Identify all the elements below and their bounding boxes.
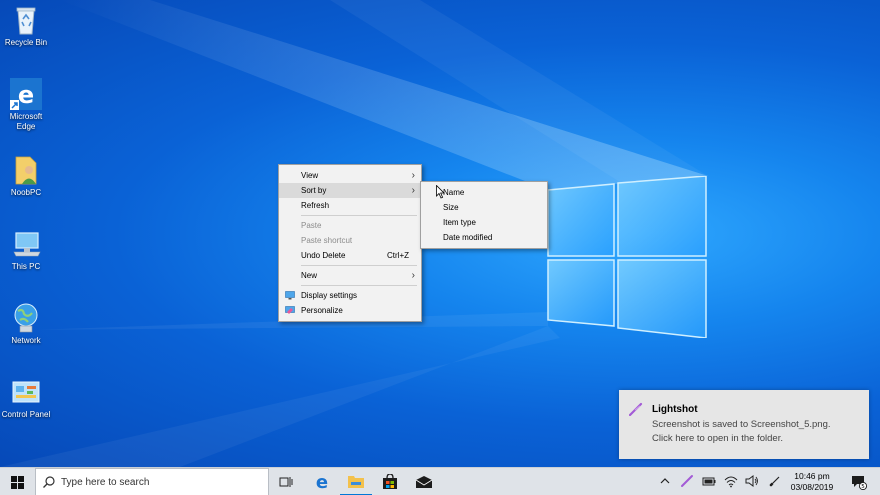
- menu-item-personalize[interactable]: Personalize: [279, 303, 421, 318]
- menu-separator: [301, 285, 417, 286]
- chevron-right-icon: ›: [411, 270, 415, 281]
- recycle-bin-icon-item[interactable]: Recycle Bin: [0, 4, 52, 48]
- taskbar-search-box[interactable]: Type here to search: [35, 468, 269, 495]
- menu-item-undo-delete-label: Undo Delete: [301, 251, 346, 260]
- chevron-right-icon: ›: [411, 185, 415, 196]
- menu-item-sort-by-label: Sort by: [301, 186, 327, 195]
- menu-item-paste[interactable]: Paste: [279, 218, 421, 233]
- menu-item-undo-delete[interactable]: Undo Delete Ctrl+Z: [279, 248, 421, 263]
- taskbar: Type here to search e 10:46 pm 03/08/201…: [0, 467, 880, 495]
- svg-text:e: e: [18, 81, 34, 109]
- microsoft-edge-icon-item[interactable]: e Microsoft Edge: [0, 78, 52, 132]
- sort-item-size-label: Size: [443, 203, 459, 212]
- task-view-button[interactable]: [272, 468, 300, 495]
- personalize-icon: [285, 306, 295, 314]
- sort-item-date-modified-label: Date modified: [443, 233, 493, 242]
- menu-item-refresh-label: Refresh: [301, 201, 330, 210]
- menu-separator: [301, 265, 417, 266]
- display-settings-icon: [285, 291, 295, 300]
- undo-shortcut-text: Ctrl+Z: [387, 251, 409, 260]
- clock-date: 03/08/2019: [790, 482, 834, 492]
- menu-item-paste-label: Paste: [301, 221, 322, 230]
- notification-icon: 5: [852, 476, 867, 490]
- sort-item-item-type-label: Item type: [443, 218, 476, 227]
- user-folder-icon-item[interactable]: NoobPC: [0, 154, 52, 198]
- sort-item-name-label: Name: [443, 188, 465, 197]
- computer-icon: [10, 228, 42, 260]
- sort-item-date-modified[interactable]: Date modified: [421, 230, 547, 245]
- microsoft-edge-label: Microsoft Edge: [9, 112, 43, 131]
- menu-item-display-settings[interactable]: Display settings: [279, 288, 421, 303]
- network-icon-item[interactable]: Network: [0, 302, 52, 346]
- volume-icon[interactable]: [745, 474, 759, 488]
- search-icon: [43, 476, 55, 488]
- menu-item-new-label: New: [301, 271, 318, 280]
- taskbar-file-explorer-button[interactable]: [340, 468, 372, 495]
- this-pc-label: This PC: [11, 262, 41, 271]
- lightshot-notification[interactable]: Lightshot Screenshot is saved to Screens…: [619, 390, 869, 459]
- svg-text:e: e: [316, 473, 328, 491]
- battery-icon[interactable]: [702, 474, 716, 488]
- menu-item-view-label: View: [301, 171, 319, 180]
- edge-icon: e: [10, 78, 42, 110]
- mail-icon: [416, 476, 432, 488]
- windows-wallpaper-logo: [547, 176, 707, 338]
- windows-start-icon: [11, 475, 24, 489]
- recycle-bin-label: Recycle Bin: [4, 38, 48, 47]
- lightshot-tray-icon[interactable]: [680, 474, 694, 488]
- file-explorer-icon: [348, 475, 364, 488]
- menu-item-paste-shortcut-label: Paste shortcut: [301, 236, 353, 245]
- clock-time: 10:46 pm: [794, 471, 830, 481]
- wifi-icon[interactable]: [724, 474, 738, 488]
- this-pc-icon-item[interactable]: This PC: [0, 228, 52, 272]
- sort-item-size[interactable]: Size: [421, 200, 547, 215]
- taskbar-clock[interactable]: 10:46 pm 03/08/2019: [787, 471, 837, 493]
- notification-message-line1: Screenshot is saved to Screenshot_5.png.: [652, 419, 831, 430]
- user-folder-label: NoobPC: [10, 188, 42, 197]
- control-panel-label: Control Panel: [1, 410, 51, 419]
- taskbar-store-button[interactable]: [374, 468, 406, 495]
- notification-message-line2: Click here to open in the folder.: [652, 433, 783, 444]
- chevron-up-icon[interactable]: [658, 474, 672, 488]
- recycle-bin-icon: [10, 4, 42, 36]
- menu-separator: [301, 215, 417, 216]
- menu-item-personalize-label: Personalize: [301, 306, 343, 315]
- notification-title: Lightshot: [652, 404, 698, 415]
- control-panel-icon: [10, 376, 42, 408]
- network-icon: [10, 302, 42, 334]
- menu-item-sort-by[interactable]: Sort by ›: [279, 183, 421, 198]
- menu-item-new[interactable]: New ›: [279, 268, 421, 283]
- menu-item-paste-shortcut[interactable]: Paste shortcut: [279, 233, 421, 248]
- taskbar-mail-button[interactable]: [408, 468, 440, 495]
- lightshot-feather-icon: [629, 402, 643, 416]
- start-button[interactable]: [0, 468, 35, 495]
- menu-item-view[interactable]: View ›: [279, 168, 421, 183]
- taskbar-edge-button[interactable]: e: [306, 468, 338, 495]
- store-bag-icon: [383, 474, 397, 489]
- network-tray-icon[interactable]: [768, 474, 782, 488]
- sort-item-item-type[interactable]: Item type: [421, 215, 547, 230]
- edge-icon: e: [316, 473, 328, 491]
- task-view-icon: [279, 477, 293, 487]
- search-placeholder: Type here to search: [61, 477, 150, 488]
- control-panel-icon-item[interactable]: Control Panel: [0, 376, 52, 420]
- mouse-pointer-icon: [436, 185, 445, 199]
- network-label: Network: [11, 336, 41, 345]
- menu-item-display-settings-label: Display settings: [301, 291, 358, 300]
- chevron-right-icon: ›: [411, 170, 415, 181]
- desktop-context-menu: View › Sort by › Refresh Paste Paste sho…: [278, 164, 422, 322]
- desktop[interactable]: Recycle Bin e Microsoft Edge NoobPC This…: [0, 0, 880, 467]
- menu-item-refresh[interactable]: Refresh: [279, 198, 421, 213]
- user-folder-icon: [10, 154, 42, 186]
- notification-count: 5: [861, 484, 865, 490]
- action-center-button[interactable]: 5: [846, 468, 872, 495]
